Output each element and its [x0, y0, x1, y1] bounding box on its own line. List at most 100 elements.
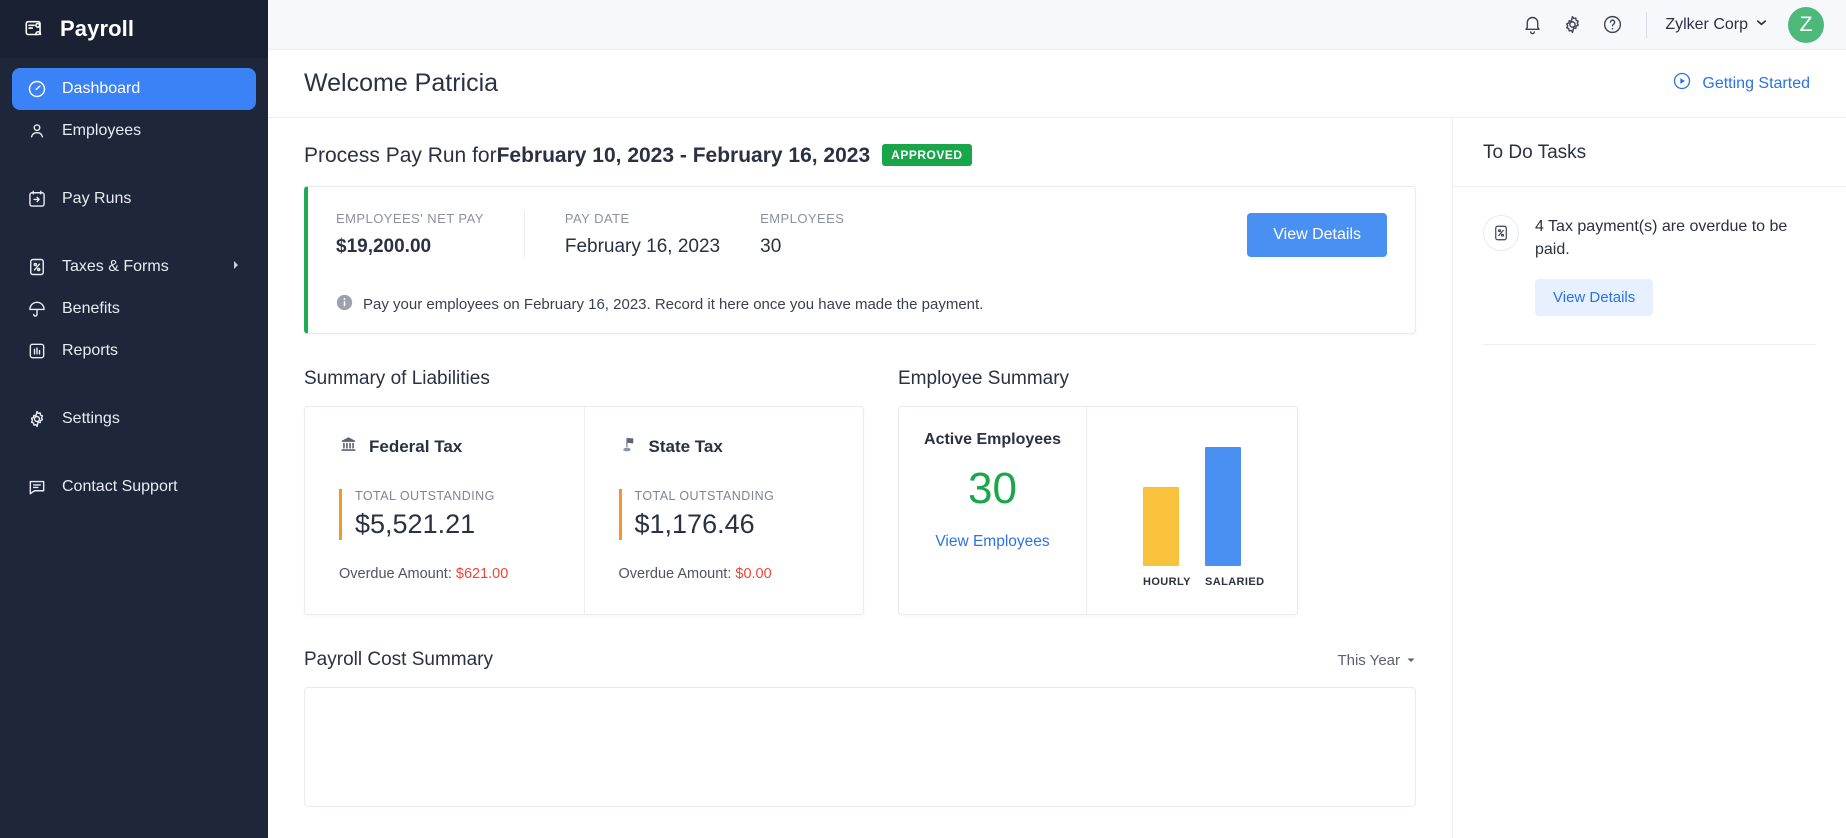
todo-panel: To Do Tasks 4 Tax payment(s) are overdue…	[1452, 118, 1846, 838]
brand[interactable]: Payroll	[0, 0, 268, 58]
stat-value: 30	[760, 236, 844, 258]
liability-name: Federal Tax	[369, 437, 462, 457]
todo-item-text: 4 Tax payment(s) are overdue to be paid.	[1535, 215, 1805, 261]
sidebar-item-taxes-forms[interactable]: Taxes & Forms	[12, 246, 256, 288]
liabilities-section: Summary of Liabilities Federal Tax	[304, 368, 864, 615]
payroll-cost-period-dropdown[interactable]: This Year	[1337, 652, 1416, 669]
gauge-icon	[26, 78, 48, 100]
chart-category-labels: HOURLY SALARIED	[1087, 576, 1297, 588]
stat-net-pay: EMPLOYEES' NET PAY $19,200.00	[336, 211, 524, 258]
liabilities-card: Federal Tax TOTAL OUTSTANDING $5,521.21 …	[304, 406, 864, 615]
sidebar-item-label: Contact Support	[62, 478, 242, 496]
help-circle-icon[interactable]	[1592, 5, 1632, 45]
main-area: Zylker Corp Z Welcome Patricia Getting S…	[268, 0, 1846, 838]
sidebar-item-label: Taxes & Forms	[62, 258, 216, 276]
outstanding-value: $1,176.46	[635, 509, 864, 540]
active-employees-block: Active Employees 30 View Employees	[899, 407, 1087, 614]
nav-group-separator	[12, 152, 256, 178]
umbrella-icon	[26, 298, 48, 320]
employee-summary-card: Active Employees 30 View Employees HOURL…	[898, 406, 1298, 615]
getting-started-link[interactable]: Getting Started	[1672, 71, 1810, 96]
payrun-card: EMPLOYEES' NET PAY $19,200.00 PAY DATE F…	[304, 186, 1416, 334]
payrun-heading: Process Pay Run for February 10, 2023 - …	[304, 144, 1416, 168]
sidebar-item-employees[interactable]: Employees	[12, 110, 256, 152]
gear-icon[interactable]	[1552, 5, 1592, 45]
flag-icon	[619, 435, 638, 459]
payrun-note-text: Pay your employees on February 16, 2023.…	[363, 296, 983, 313]
overdue-value: $621.00	[456, 566, 508, 582]
chevron-down-icon	[1755, 16, 1768, 34]
sidebar-nav: Dashboard Employees Pay Runs	[0, 58, 268, 508]
stat-value: $19,200.00	[336, 236, 484, 258]
info-icon	[336, 294, 353, 315]
liability-name-row: State Tax	[619, 435, 864, 459]
stat-label: EMPLOYEES	[760, 211, 844, 226]
sidebar-item-settings[interactable]: Settings	[12, 398, 256, 440]
top-bar: Zylker Corp Z	[268, 0, 1846, 50]
stat-label: PAY DATE	[565, 211, 720, 226]
payrun-date-range: February 10, 2023 - February 16, 2023	[497, 144, 871, 168]
overdue-value: $0.00	[735, 566, 771, 582]
sidebar: Payroll Dashboard Employees Pay R	[0, 0, 268, 838]
employee-summary-section: Employee Summary Active Employees 30 Vie…	[898, 368, 1298, 615]
status-badge: APPROVED	[882, 144, 971, 166]
sidebar-item-contact-support[interactable]: Contact Support	[12, 466, 256, 508]
stat-pay-date: PAY DATE February 16, 2023	[524, 211, 760, 258]
todo-list-item: 4 Tax payment(s) are overdue to be paid.…	[1453, 187, 1846, 316]
caret-down-icon	[1406, 652, 1416, 669]
chart-category-label: SALARIED	[1205, 576, 1241, 588]
nav-group-separator	[12, 440, 256, 466]
liabilities-title: Summary of Liabilities	[304, 368, 864, 390]
percent-doc-icon	[26, 256, 48, 278]
divider	[1483, 344, 1816, 345]
payrun-note: Pay your employees on February 16, 2023.…	[308, 280, 1415, 333]
sidebar-item-label: Dashboard	[62, 80, 242, 98]
play-circle-icon	[1672, 71, 1692, 96]
bell-icon[interactable]	[1512, 5, 1552, 45]
sidebar-item-label: Employees	[62, 122, 242, 140]
payroll-cost-card	[304, 687, 1416, 807]
payrun-stats-row: EMPLOYEES' NET PAY $19,200.00 PAY DATE F…	[308, 187, 1415, 280]
gear-icon	[26, 408, 48, 430]
payroll-cost-header: Payroll Cost Summary This Year	[304, 649, 1416, 671]
sidebar-item-dashboard[interactable]: Dashboard	[12, 68, 256, 110]
payrun-heading-prefix: Process Pay Run for	[304, 144, 497, 168]
stat-value: February 16, 2023	[565, 236, 720, 258]
bar-chart-icon	[26, 340, 48, 362]
view-details-button[interactable]: View Details	[1247, 213, 1387, 257]
avatar[interactable]: Z	[1788, 7, 1824, 43]
nav-group-separator	[12, 372, 256, 398]
liability-overdue: Overdue Amount: $621.00	[339, 566, 584, 582]
sidebar-item-label: Benefits	[62, 300, 242, 318]
nav-group-separator	[12, 220, 256, 246]
todo-item-body: 4 Tax payment(s) are overdue to be paid.…	[1535, 215, 1805, 316]
employee-type-bar-chart: HOURLY SALARIED	[1087, 407, 1297, 614]
getting-started-label: Getting Started	[1702, 75, 1810, 93]
sidebar-item-label: Pay Runs	[62, 190, 242, 208]
todo-view-details-button[interactable]: View Details	[1535, 279, 1653, 316]
liability-name: State Tax	[649, 437, 723, 457]
chart-bar	[1205, 447, 1241, 566]
brand-name: Payroll	[60, 16, 134, 42]
outstanding-label: TOTAL OUTSTANDING	[355, 489, 584, 503]
view-employees-link[interactable]: View Employees	[935, 533, 1049, 551]
active-employees-count: 30	[968, 467, 1017, 511]
sidebar-item-benefits[interactable]: Benefits	[12, 288, 256, 330]
calendar-arrow-icon	[26, 188, 48, 210]
app-root: Payroll Dashboard Employees Pay R	[0, 0, 1846, 838]
chart-category-label: HOURLY	[1143, 576, 1179, 588]
outstanding-label: TOTAL OUTSTANDING	[635, 489, 864, 503]
summary-sections: Summary of Liabilities Federal Tax	[304, 368, 1416, 615]
sidebar-item-reports[interactable]: Reports	[12, 330, 256, 372]
stat-employees: EMPLOYEES 30	[760, 211, 884, 258]
overdue-label: Overdue Amount:	[619, 566, 736, 582]
liability-state-tax: State Tax TOTAL OUTSTANDING $1,176.46 Ov…	[584, 407, 864, 614]
sidebar-item-label: Reports	[62, 342, 242, 360]
stat-label: EMPLOYEES' NET PAY	[336, 211, 484, 226]
chart-bar	[1143, 487, 1179, 566]
org-switcher[interactable]: Zylker Corp	[1661, 16, 1772, 34]
liability-outstanding: TOTAL OUTSTANDING $5,521.21	[339, 489, 584, 540]
period-label: This Year	[1337, 652, 1400, 669]
sidebar-item-pay-runs[interactable]: Pay Runs	[12, 178, 256, 220]
outstanding-value: $5,521.21	[355, 509, 584, 540]
